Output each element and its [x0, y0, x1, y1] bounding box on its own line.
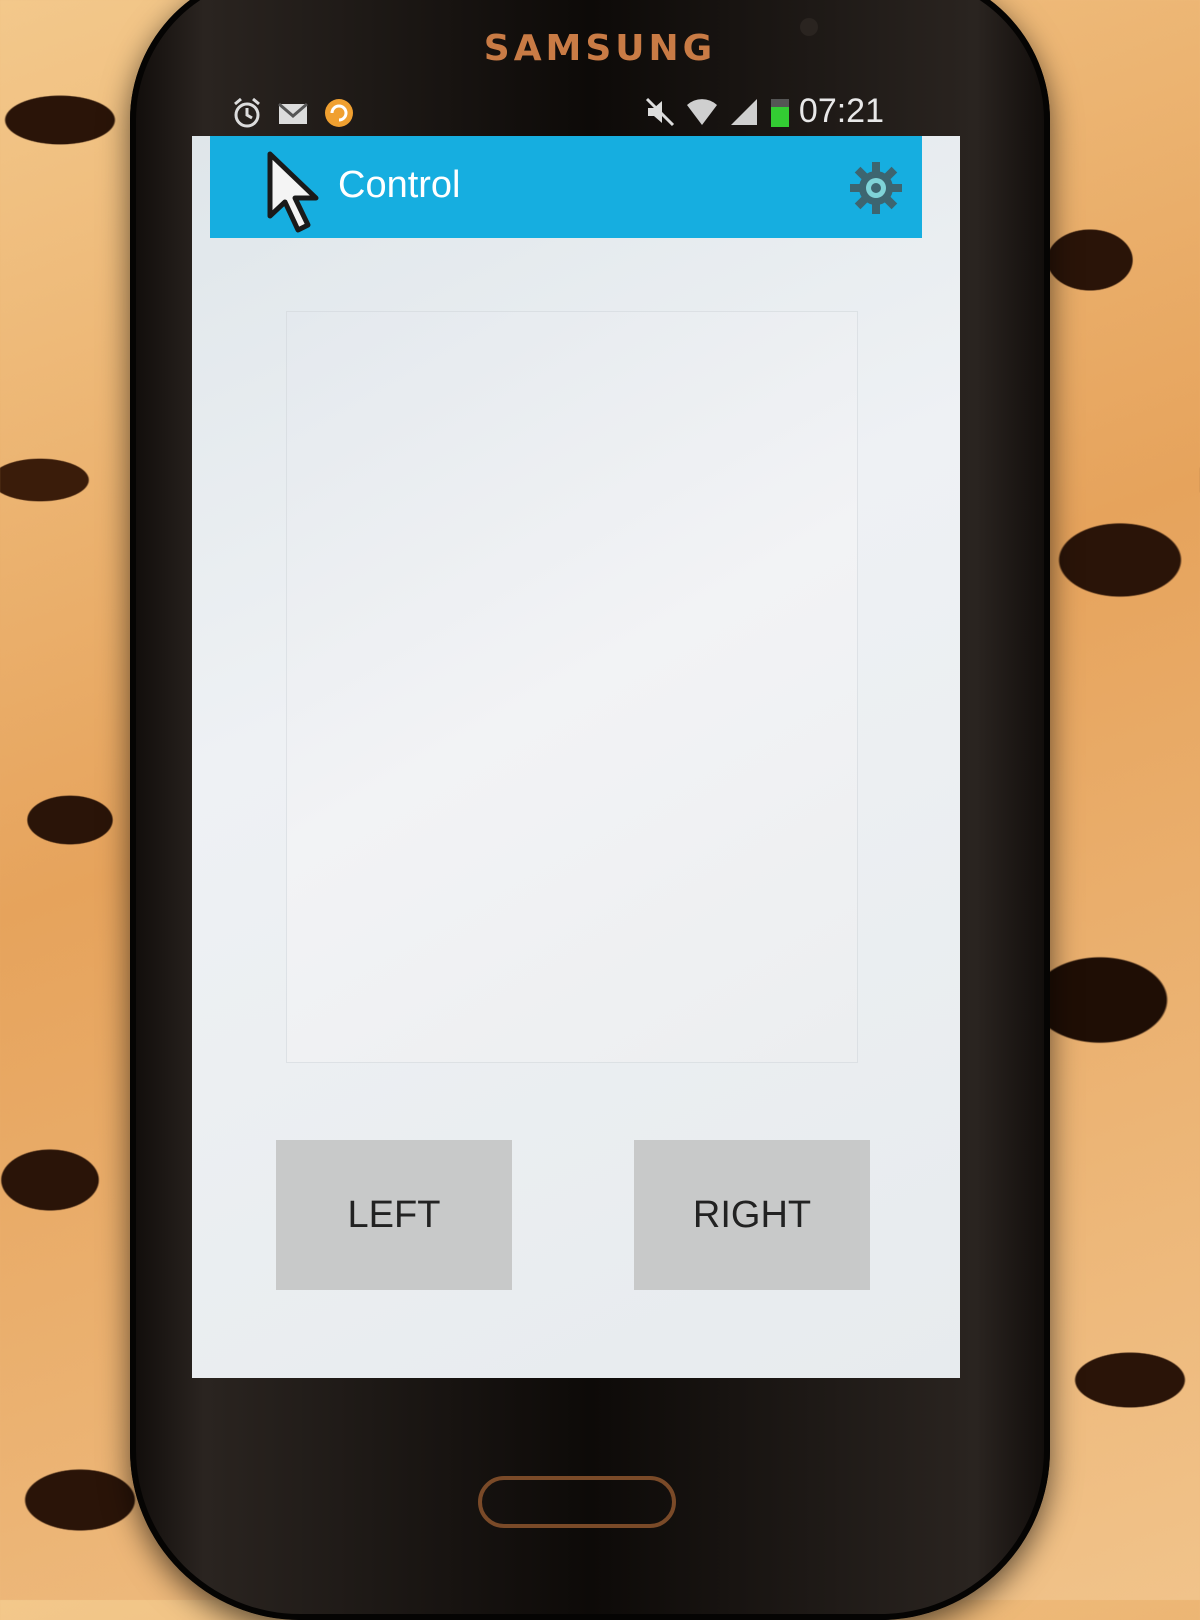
action-bar: Control — [210, 136, 922, 238]
wifi-icon — [686, 98, 717, 125]
brand-logo: SAMSUNG — [483, 28, 717, 69]
right-click-button[interactable]: RIGHT — [634, 1140, 870, 1290]
battery-icon — [770, 98, 789, 127]
status-bar: 07:21 — [210, 92, 910, 136]
app-title: Control — [338, 164, 461, 206]
gmail-icon — [278, 102, 308, 124]
mute-icon — [645, 97, 674, 126]
signal-icon — [730, 98, 757, 125]
touchpad-area[interactable] — [287, 312, 857, 1062]
front-camera — [800, 18, 818, 36]
left-click-button[interactable]: LEFT — [276, 1140, 512, 1290]
sync-app-icon — [325, 99, 353, 127]
home-button[interactable] — [478, 1476, 676, 1528]
mouse-cursor-icon[interactable] — [260, 146, 330, 236]
alarm-icon — [234, 97, 260, 128]
clock: 07:21 — [798, 92, 884, 130]
gear-icon[interactable] — [848, 160, 904, 216]
app-screen: Control LEFT RIGHT — [192, 136, 960, 1378]
